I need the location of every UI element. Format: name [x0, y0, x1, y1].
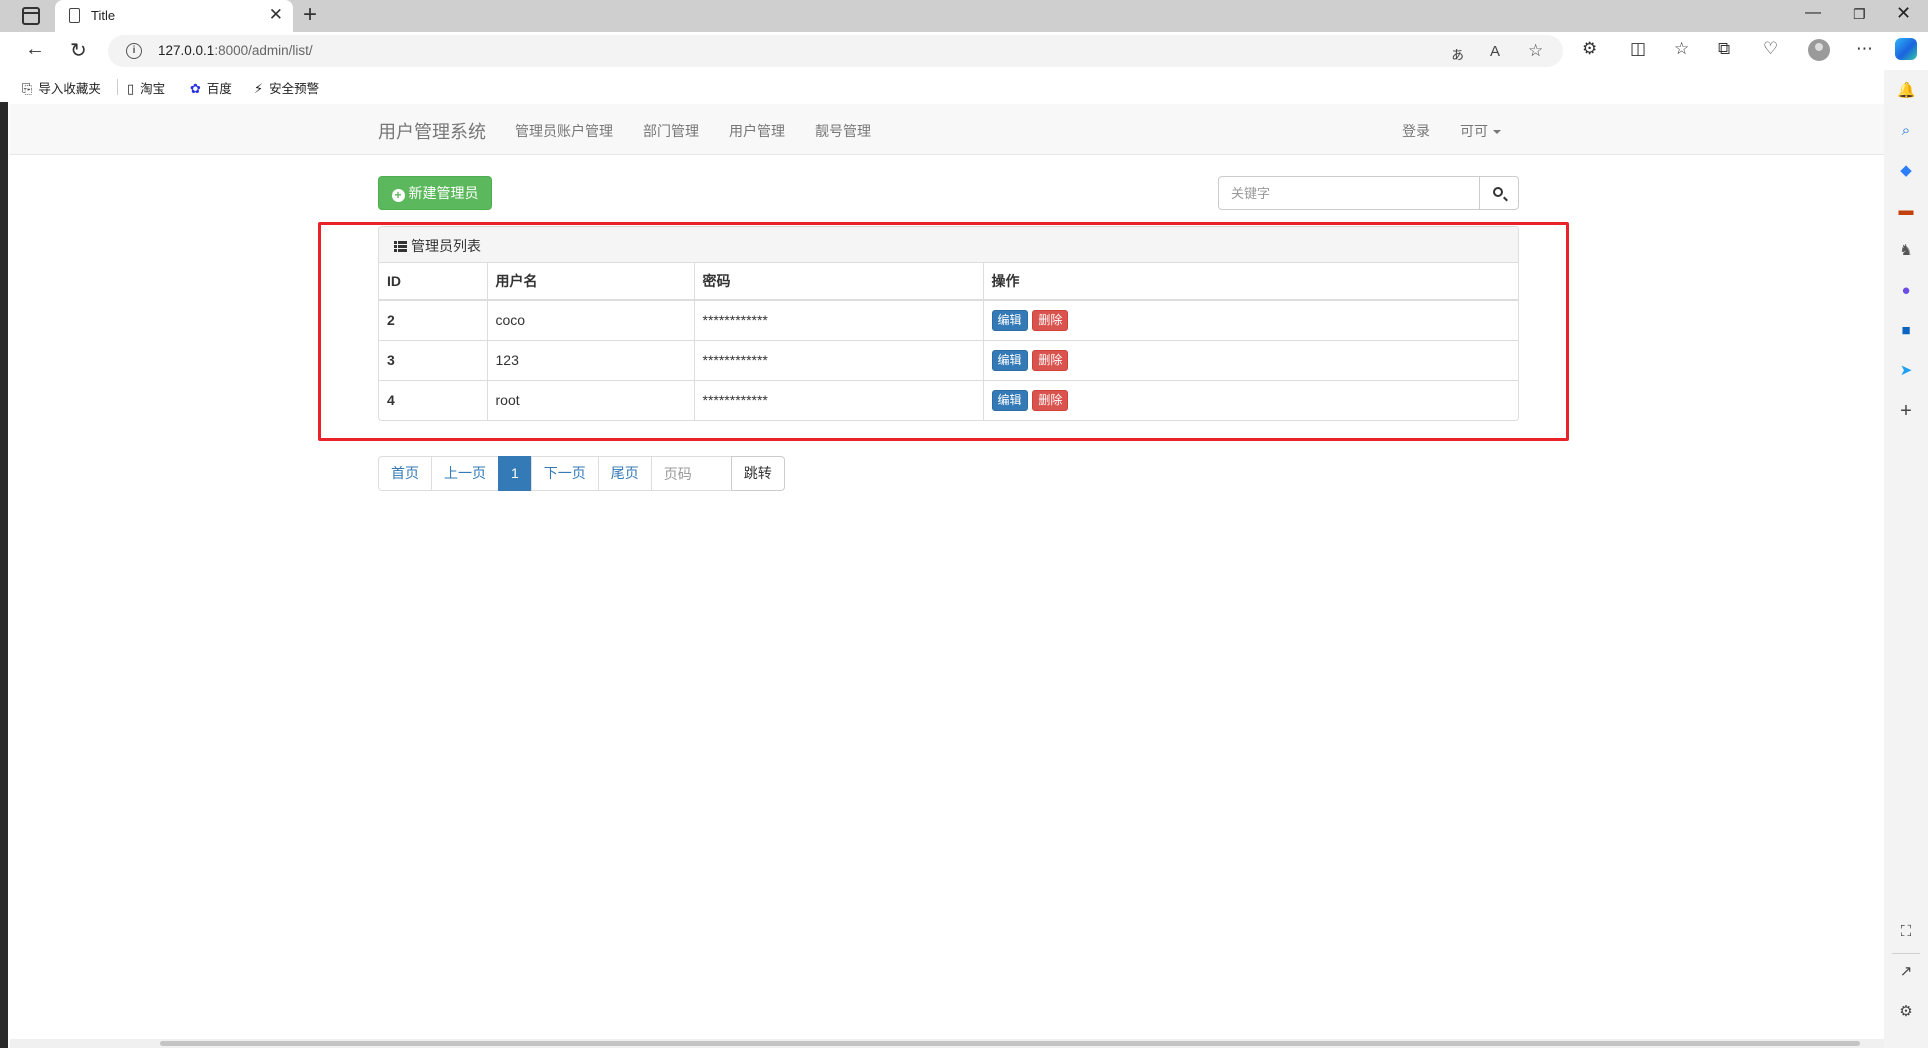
search-icon[interactable]: ⌕ [1897, 122, 1915, 140]
favorite-label: 淘宝 [140, 82, 166, 96]
page-current[interactable]: 1 [498, 456, 532, 491]
address-bar-row: ← ↻ i 127.0.0.1:8000/admin/list/ ぁ A ☆ ⚙… [0, 32, 1928, 70]
sidebar-divider [1892, 953, 1920, 954]
page-last[interactable]: 尾页 [597, 456, 652, 491]
sidebar-settings-icon[interactable]: ⚙ [1897, 1003, 1915, 1021]
browser-tab[interactable]: Title ✕ [55, 0, 293, 32]
refresh-icon[interactable]: ↻ [70, 38, 87, 63]
screenshot-icon[interactable]: ⛶ [1897, 923, 1915, 941]
browser-essentials-icon[interactable]: ♡ [1763, 39, 1778, 59]
search-input[interactable] [1218, 176, 1480, 210]
nav-pretty-numbers[interactable]: 靓号管理 [815, 121, 871, 141]
page-number-input[interactable] [650, 456, 732, 491]
collections-icon[interactable]: ⧉ [1718, 39, 1730, 59]
navbar: 用户管理系统 管理员账户管理 部门管理 用户管理 靓号管理 登录 可可 [10, 104, 1884, 155]
read-aloud-icon[interactable]: A [1490, 43, 1500, 60]
nav-departments[interactable]: 部门管理 [643, 121, 699, 141]
new-tab-icon[interactable]: + [303, 1, 317, 29]
address-bar[interactable]: i 127.0.0.1:8000/admin/list/ ぁ A ☆ [108, 35, 1563, 67]
favorite-label: 导入收藏夹 [38, 82, 101, 96]
search-icon [1493, 187, 1503, 197]
page-icon [69, 8, 80, 23]
tab-strip: Title ✕ + — ❐ ✕ [0, 0, 1928, 32]
extensions-icon[interactable]: ⚙ [1582, 39, 1597, 59]
tab-title: Title [91, 8, 116, 23]
back-icon[interactable]: ← [25, 38, 45, 61]
page-viewport: 用户管理系统 管理员账户管理 部门管理 用户管理 靓号管理 登录 可可 + 新建管… [10, 104, 1884, 1039]
nav-login[interactable]: 登录 [1402, 121, 1430, 141]
search-button[interactable] [1479, 176, 1519, 210]
page-first[interactable]: 首页 [378, 456, 432, 491]
close-window-icon[interactable]: ✕ [1896, 3, 1911, 24]
microsoft-365-icon[interactable]: ● [1897, 282, 1915, 300]
url-path: :8000/admin/list/ [214, 43, 313, 58]
edge-sidebar: 🔔 ⌕ ◆ ▬ ♞ ● ■ ➤ + ⛶ ↗ ⚙ [1884, 70, 1928, 1048]
url-text[interactable]: 127.0.0.1:8000/admin/list/ [158, 43, 313, 58]
restore-icon[interactable]: ❐ [1853, 6, 1866, 23]
favorite-label: 安全预警 [269, 82, 320, 96]
copilot-icon[interactable] [1895, 38, 1917, 60]
profile-avatar[interactable] [1808, 39, 1830, 61]
close-tab-icon[interactable]: ✕ [269, 5, 283, 25]
drop-icon[interactable]: ➤ [1897, 362, 1915, 380]
favorite-item[interactable]: ⎘ 导入收藏夹 [22, 78, 101, 97]
tools-icon[interactable]: ▬ [1897, 202, 1915, 220]
add-sidebar-app-icon[interactable]: + [1897, 401, 1915, 421]
plus-circle-icon: + [391, 189, 405, 202]
user-name: 可可 [1460, 123, 1488, 139]
url-host: 127.0.0.1 [158, 43, 215, 58]
favorites-bar: ⎘ 导入收藏夹 ▯ 淘宝 ✿ 百度 ⚡ 安全预警 [0, 70, 1880, 102]
import-favorites-icon: ⎘ [22, 81, 33, 96]
favorite-item[interactable]: ▯ 淘宝 [127, 78, 165, 97]
nav-admin-accounts[interactable]: 管理员账户管理 [515, 121, 613, 141]
brand-title[interactable]: 用户管理系统 [378, 118, 486, 144]
site-info-icon[interactable]: i [126, 43, 142, 59]
scrollbar-thumb[interactable] [160, 1041, 1860, 1046]
pagination: 首页 上一页 1 下一页 尾页 跳转 [378, 456, 785, 491]
games-icon[interactable]: ♞ [1897, 242, 1915, 260]
notifications-icon[interactable]: 🔔 [1897, 82, 1916, 100]
red-highlight-annotation [318, 222, 1569, 441]
favorite-label: 百度 [206, 82, 232, 96]
jump-button[interactable]: 跳转 [730, 456, 785, 491]
user-dropdown[interactable]: 可可 [1460, 121, 1501, 141]
favorite-star-icon[interactable]: ☆ [1528, 41, 1543, 61]
outlook-icon[interactable]: ■ [1897, 322, 1915, 340]
page-next[interactable]: 下一页 [530, 456, 599, 491]
tab-actions-icon[interactable] [22, 7, 40, 25]
shopping-icon[interactable]: ◆ [1897, 162, 1915, 180]
new-admin-label: 新建管理员 [408, 185, 479, 201]
favorite-item[interactable]: ⚡ 安全预警 [254, 78, 319, 97]
favorite-item[interactable]: ✿ 百度 [190, 78, 232, 97]
open-external-icon[interactable]: ↗ [1897, 963, 1915, 981]
new-admin-button[interactable]: + 新建管理员 [378, 176, 492, 210]
split-screen-icon[interactable]: ◫ [1630, 39, 1646, 59]
page-icon: ▯ [127, 81, 135, 96]
minimize-icon[interactable]: — [1805, 4, 1821, 22]
caret-down-icon [1493, 130, 1501, 135]
window-left-edge [0, 102, 8, 1048]
favorites-separator [117, 79, 118, 95]
page-prev[interactable]: 上一页 [431, 456, 499, 491]
more-menu-icon[interactable]: ⋯ [1856, 39, 1873, 59]
baidu-paw-icon: ✿ [190, 81, 201, 96]
favorites-icon[interactable]: ☆ [1674, 39, 1689, 59]
nav-users[interactable]: 用户管理 [729, 121, 785, 141]
horizontal-scrollbar[interactable] [10, 1039, 1884, 1048]
translate-icon[interactable]: ぁ [1450, 43, 1465, 64]
security-alert-icon: ⚡ [254, 81, 264, 96]
